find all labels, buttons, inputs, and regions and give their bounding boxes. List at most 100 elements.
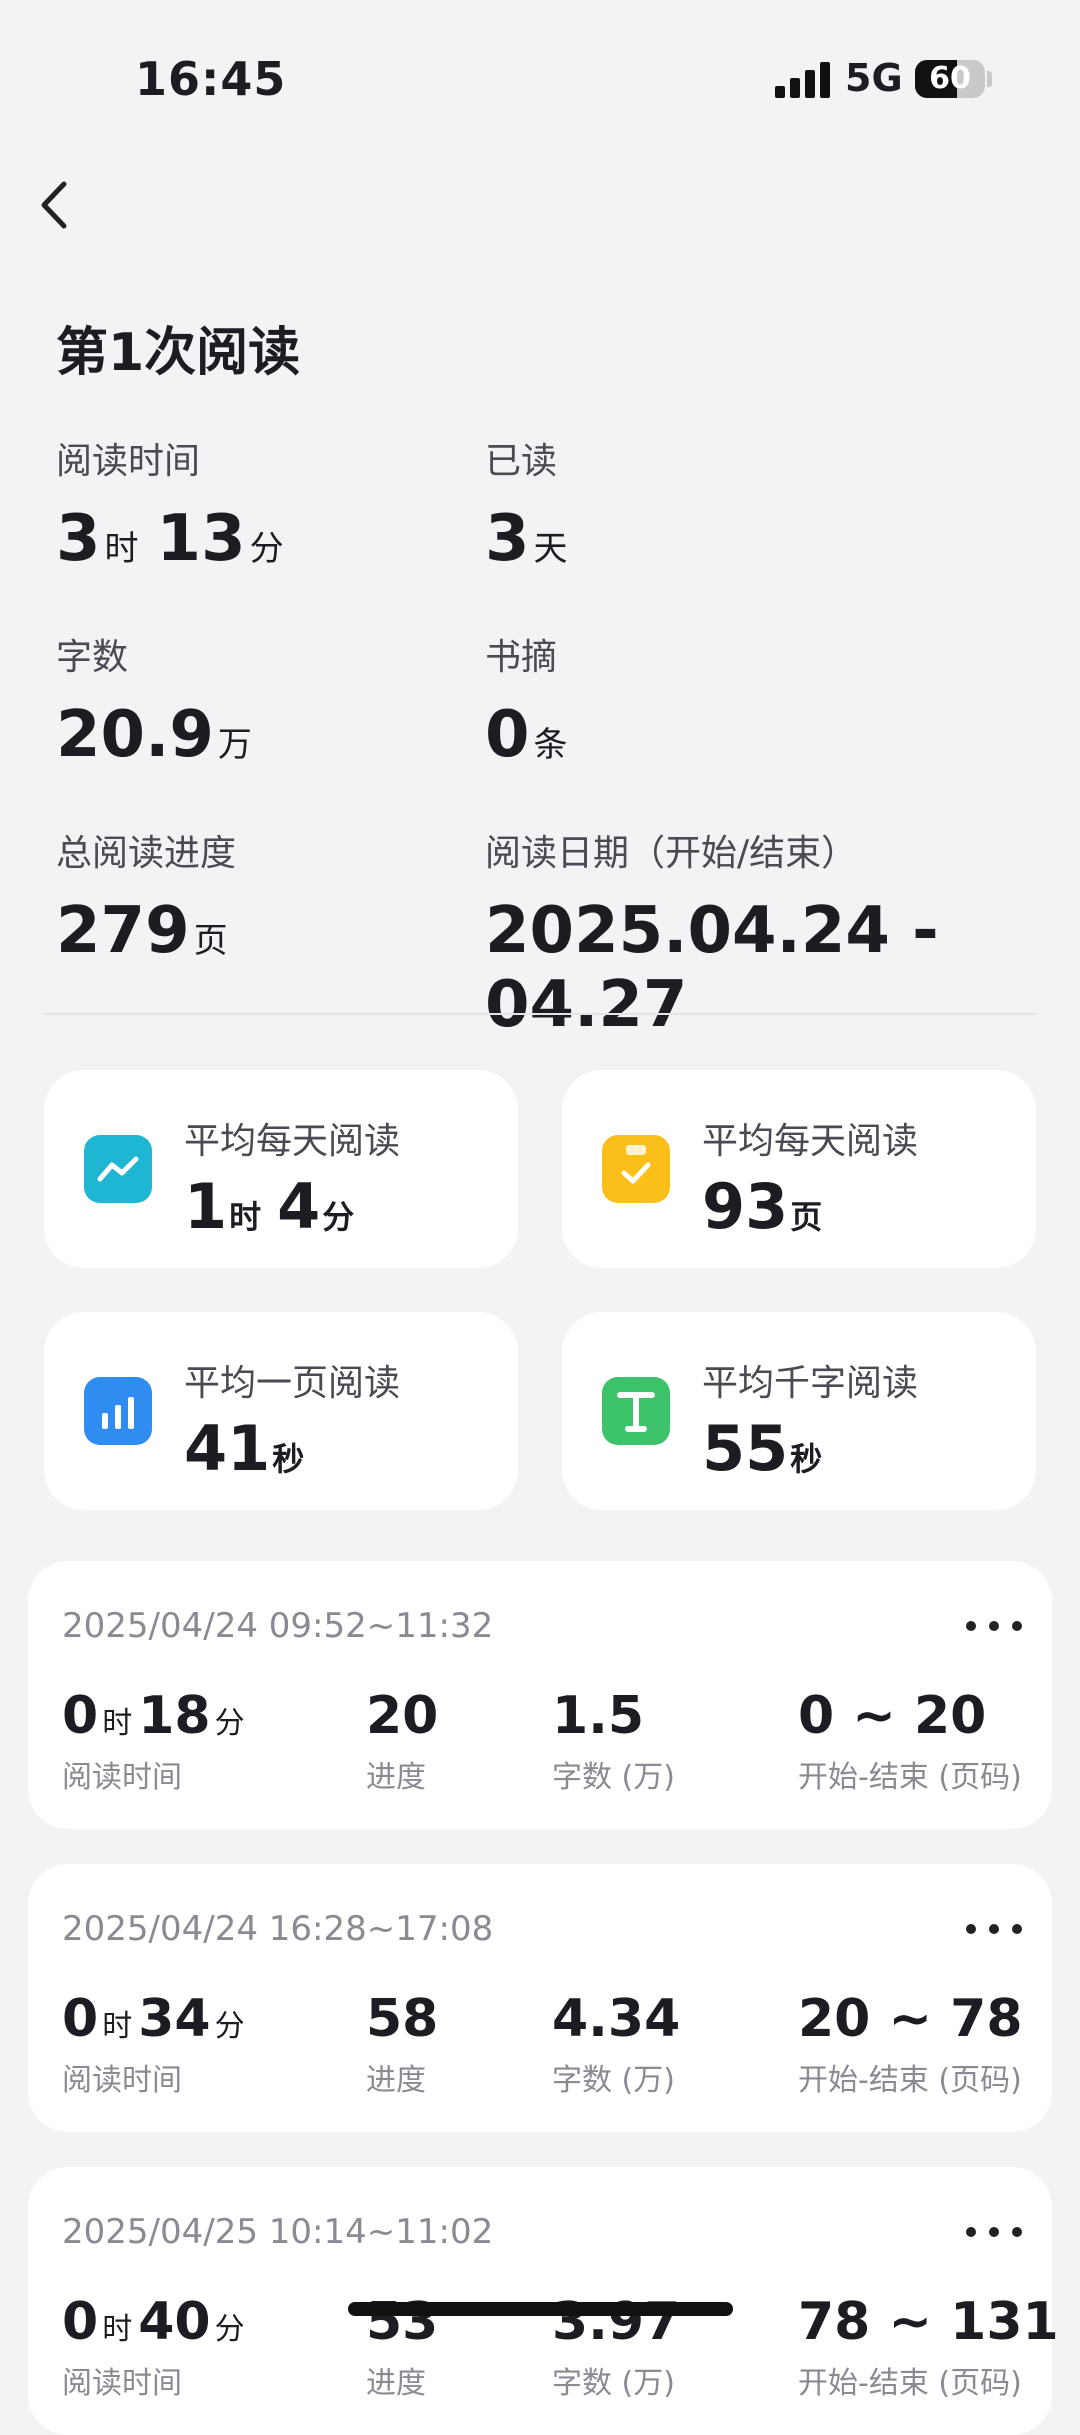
session-words-value: 4.34 xyxy=(552,1989,681,2049)
stat-card: 平均每天阅读 1时 4分 xyxy=(44,1070,518,1268)
session-progress-label: 进度 xyxy=(366,2366,426,2401)
card-value: 41秒 xyxy=(184,1412,304,1485)
stat-value: 279 页 xyxy=(56,894,228,968)
session-progress-label: 进度 xyxy=(366,2063,426,2098)
duration-number: 34 xyxy=(138,1989,211,2049)
clipboard-check-icon xyxy=(602,1135,670,1203)
card-label: 平均千字阅读 xyxy=(702,1363,919,1404)
card-number: 1 xyxy=(184,1170,228,1243)
page-title: 第1次阅读 xyxy=(56,323,301,383)
session-duration-label: 阅读时间 xyxy=(62,1760,182,1795)
stat-label: 字数 xyxy=(56,637,129,678)
card-unit: 秒 xyxy=(272,1440,305,1478)
duration-unit: 时 xyxy=(102,2009,133,2044)
duration-number: 40 xyxy=(138,2292,211,2352)
stat-unit: 分 xyxy=(249,529,284,569)
stat-value: 3天 xyxy=(485,502,568,576)
stat-number: 20.9 xyxy=(56,698,214,772)
session-page-range: 20 ~ 78 开始-结束 (页码) xyxy=(798,1989,1023,2099)
stat-card: 平均千字阅读 55秒 xyxy=(562,1312,1036,1510)
session-duration-value: 0 时 18 分 xyxy=(62,1686,251,1746)
duration-unit: 分 xyxy=(214,1706,245,1741)
session-duration: 0 时 40 分阅读时间 xyxy=(62,2292,251,2402)
stat-label: 阅读日期（开始/结束） xyxy=(485,833,858,874)
session-card[interactable]: 2025/04/24 16:28~17:08 0 时 34 分阅读时间 58 进度 4.34 字… xyxy=(28,1864,1052,2132)
session-date: 2025/04/24 16:28~17:08 xyxy=(62,1909,494,1949)
stat-label: 书摘 xyxy=(485,637,558,678)
stat-label: 总阅读进度 xyxy=(56,833,237,874)
session-words-label: 字数 (万) xyxy=(552,1760,675,1795)
more-options-icon[interactable] xyxy=(966,2227,1022,2241)
session-date: 2025/04/24 09:52~11:32 xyxy=(62,1606,494,1646)
card-number: 55 xyxy=(702,1412,789,1485)
session-words-label: 字数 (万) xyxy=(552,2366,675,2401)
status-time: 16:45 xyxy=(135,52,287,106)
more-options-icon[interactable] xyxy=(966,1924,1022,1938)
card-value: 1时 4分 xyxy=(184,1170,354,1243)
stat-number: 3 xyxy=(485,502,530,576)
stat-unit: 页 xyxy=(193,921,228,961)
session-date: 2025/04/25 10:14~11:02 xyxy=(62,2212,494,2252)
session-duration-value: 0 时 34 分 xyxy=(62,1989,251,2049)
session-page-range-label: 开始-结束 (页码) xyxy=(798,2063,1022,2098)
session-page-range: 78 ~ 131 开始-结束 (页码) xyxy=(798,2292,1059,2402)
card-unit: 分 xyxy=(322,1198,355,1236)
session-words: 4.34 字数 (万) xyxy=(552,1989,680,2099)
home-indicator xyxy=(348,2302,733,2316)
stat-unit: 条 xyxy=(533,725,568,765)
session-words-value: 1.5 xyxy=(552,1686,645,1746)
session-page-range-value: 20 ~ 78 xyxy=(798,1989,1023,2049)
session-words-label: 字数 (万) xyxy=(552,2063,675,2098)
stat-card: 平均一页阅读 41秒 xyxy=(44,1312,518,1510)
duration-unit: 时 xyxy=(102,2312,133,2347)
stat-value: 0条 xyxy=(485,698,568,772)
back-button[interactable] xyxy=(30,170,90,240)
session-progress-value: 53 xyxy=(366,2292,439,2352)
chevron-left-icon xyxy=(41,181,67,229)
session-card[interactable]: 2025/04/24 09:52~11:32 0 时 18 分阅读时间 20 进度 1.5 字数… xyxy=(28,1561,1052,1829)
stat-value: 2025.04.24 - 04.27 xyxy=(485,894,1080,1042)
bar-chart-icon xyxy=(84,1377,152,1445)
session-card[interactable]: 2025/04/25 10:14~11:02 0 时 40 分阅读时间 53 进度 3.97 字… xyxy=(28,2167,1059,2435)
session-page-range-value: 0 ~ 20 xyxy=(798,1686,987,1746)
battery-cap xyxy=(987,71,992,87)
network-type: 5G xyxy=(845,56,903,100)
session-progress: 58 进度 xyxy=(366,1989,438,2099)
stat-number: 2025.04.24 - 04.27 xyxy=(485,894,939,1042)
session-duration-label: 阅读时间 xyxy=(62,2366,182,2401)
stat-number: 279 xyxy=(56,894,190,968)
duration-number: 0 xyxy=(62,1989,99,2049)
stat-number: 13 xyxy=(156,502,246,576)
battery-icon: 60 xyxy=(915,60,985,98)
session-duration: 0 时 18 分阅读时间 xyxy=(62,1686,251,1796)
card-unit: 时 xyxy=(229,1198,262,1236)
text-t-icon xyxy=(602,1377,670,1445)
card-number: 41 xyxy=(184,1412,271,1485)
stat-value: 20.9 万 xyxy=(56,698,252,772)
duration-number: 0 xyxy=(62,2292,99,2352)
stat-number: 0 xyxy=(485,698,530,772)
card-number: 4 xyxy=(277,1170,321,1243)
card-label: 平均每天阅读 xyxy=(184,1121,401,1162)
more-options-icon[interactable] xyxy=(966,1621,1022,1635)
session-duration-label: 阅读时间 xyxy=(62,2063,182,2098)
session-page-range-label: 开始-结束 (页码) xyxy=(798,1760,1022,1795)
card-label: 平均一页阅读 xyxy=(184,1363,401,1404)
card-unit: 秒 xyxy=(790,1440,823,1478)
cellular-signal-icon xyxy=(775,62,831,98)
card-value: 55秒 xyxy=(702,1412,822,1485)
card-unit: 页 xyxy=(790,1198,823,1236)
card-value: 93页 xyxy=(702,1170,822,1243)
session-progress-value: 58 xyxy=(366,1989,439,2049)
card-label: 平均每天阅读 xyxy=(702,1121,919,1162)
trend-chart-icon xyxy=(84,1135,152,1203)
stat-label: 已读 xyxy=(485,441,558,482)
stat-unit: 时 xyxy=(104,529,139,569)
session-words-value: 3.97 xyxy=(552,2292,681,2352)
duration-unit: 分 xyxy=(214,2312,245,2347)
divider xyxy=(44,1013,1036,1015)
card-number: 93 xyxy=(702,1170,789,1243)
session-progress-label: 进度 xyxy=(366,1760,426,1795)
session-words: 1.5 字数 (万) xyxy=(552,1686,675,1796)
stat-number: 3 xyxy=(56,502,101,576)
